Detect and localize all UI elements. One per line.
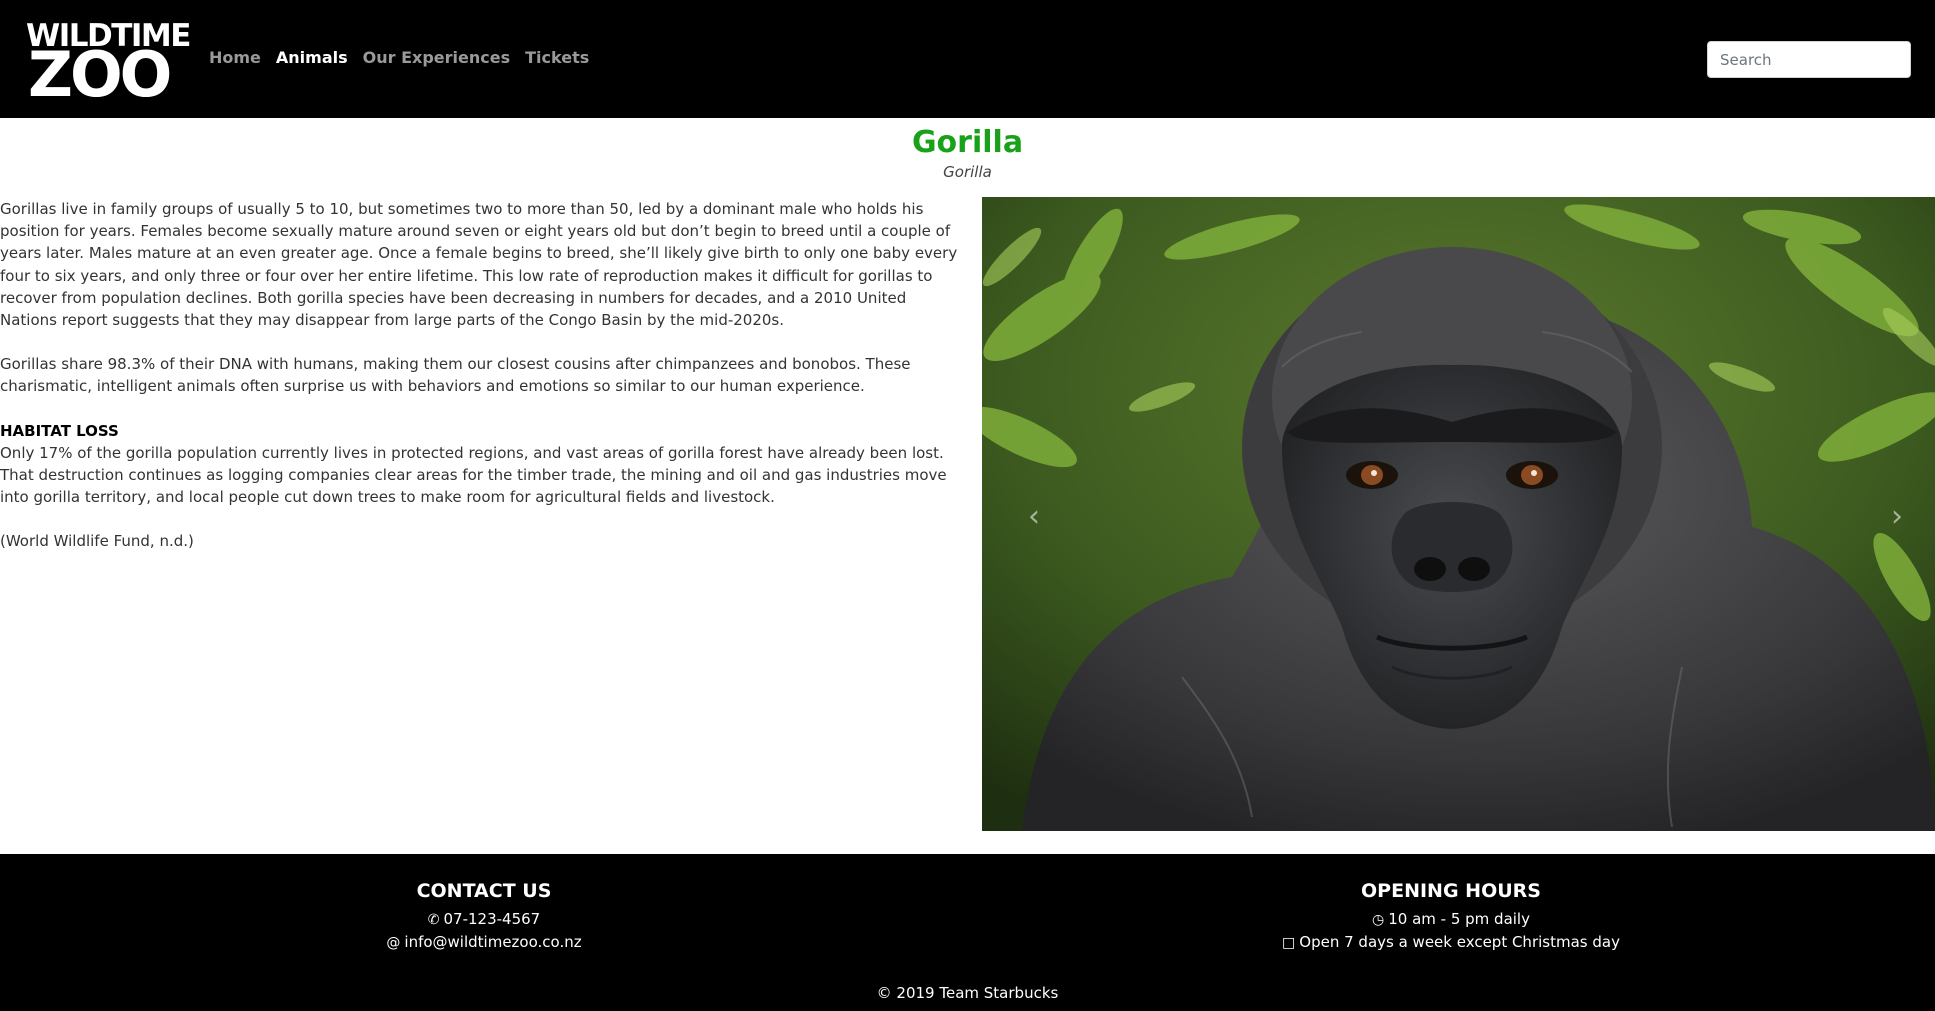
footer: CONTACT US ✆ 07-123-4567 @ info@wildtimezo… bbox=[0, 854, 1935, 1011]
days-text: Open 7 days a week except Christmas day bbox=[1299, 933, 1620, 951]
nav-our-experiences[interactable]: Our Experiences bbox=[363, 48, 510, 67]
nav-home[interactable]: Home bbox=[209, 48, 261, 67]
contact-section: CONTACT US ✆ 07-123-4567 @ info@wildtimezo… bbox=[184, 876, 784, 954]
calendar-icon: □ bbox=[1282, 935, 1296, 951]
nav-tickets[interactable]: Tickets bbox=[525, 48, 589, 67]
at-icon: @ bbox=[386, 935, 401, 951]
days-line: □ Open 7 days a week except Christmas day bbox=[1151, 931, 1751, 954]
chevron-left-icon[interactable]: ‹ bbox=[1014, 497, 1054, 537]
clock-icon: ◷ bbox=[1372, 912, 1385, 928]
phone-number[interactable]: 07-123-4567 bbox=[444, 910, 541, 928]
habitat-section: HABITAT LOSS Only 17% of the gorilla pop… bbox=[0, 420, 958, 509]
image-carousel[interactable]: ‹ › bbox=[982, 197, 1935, 831]
phone-line: ✆ 07-123-4567 bbox=[184, 908, 784, 931]
gorilla-photo bbox=[982, 197, 1935, 831]
logo-text-bottom: ZOO bbox=[28, 38, 172, 111]
opening-hours-section: OPENING HOURS ◷ 10 am - 5 pm daily □ Open … bbox=[1151, 876, 1751, 954]
nav-animals[interactable]: Animals bbox=[276, 48, 348, 67]
hours-text: 10 am - 5 pm daily bbox=[1388, 910, 1530, 928]
description-paragraph: Only 17% of the gorilla population curre… bbox=[0, 443, 947, 507]
hours-heading: OPENING HOURS bbox=[1361, 880, 1541, 902]
contact-heading: CONTACT US bbox=[416, 880, 552, 902]
citation: (World Wildlife Fund, n.d.) bbox=[0, 532, 194, 551]
description-paragraph: Gorillas live in family groups of usuall… bbox=[0, 200, 958, 330]
email-address[interactable]: info@wildtimezoo.co.nz bbox=[404, 933, 581, 951]
hours-line: ◷ 10 am - 5 pm daily bbox=[1151, 908, 1751, 931]
zoo-logo[interactable]: WILDTIME ZOO bbox=[26, 20, 191, 108]
search-input[interactable] bbox=[1707, 41, 1911, 78]
page-subtitle: Gorilla bbox=[943, 163, 992, 181]
chevron-right-icon[interactable]: › bbox=[1877, 497, 1917, 537]
navbar: WILDTIME ZOO Home Animals Our Experience… bbox=[0, 0, 1935, 118]
phone-icon: ✆ bbox=[427, 912, 440, 928]
animal-description: Gorillas live in family groups of usuall… bbox=[0, 198, 958, 575]
page-title: Gorilla bbox=[911, 125, 1024, 160]
description-paragraph: Gorillas share 98.3% of their DNA with h… bbox=[0, 355, 911, 396]
section-heading: HABITAT LOSS bbox=[0, 421, 119, 440]
email-line: @ info@wildtimezoo.co.nz bbox=[184, 931, 784, 954]
copyright: © 2019 Team Starbucks bbox=[876, 984, 1059, 1002]
main-nav: Home Animals Our Experiences Tickets bbox=[209, 48, 589, 67]
